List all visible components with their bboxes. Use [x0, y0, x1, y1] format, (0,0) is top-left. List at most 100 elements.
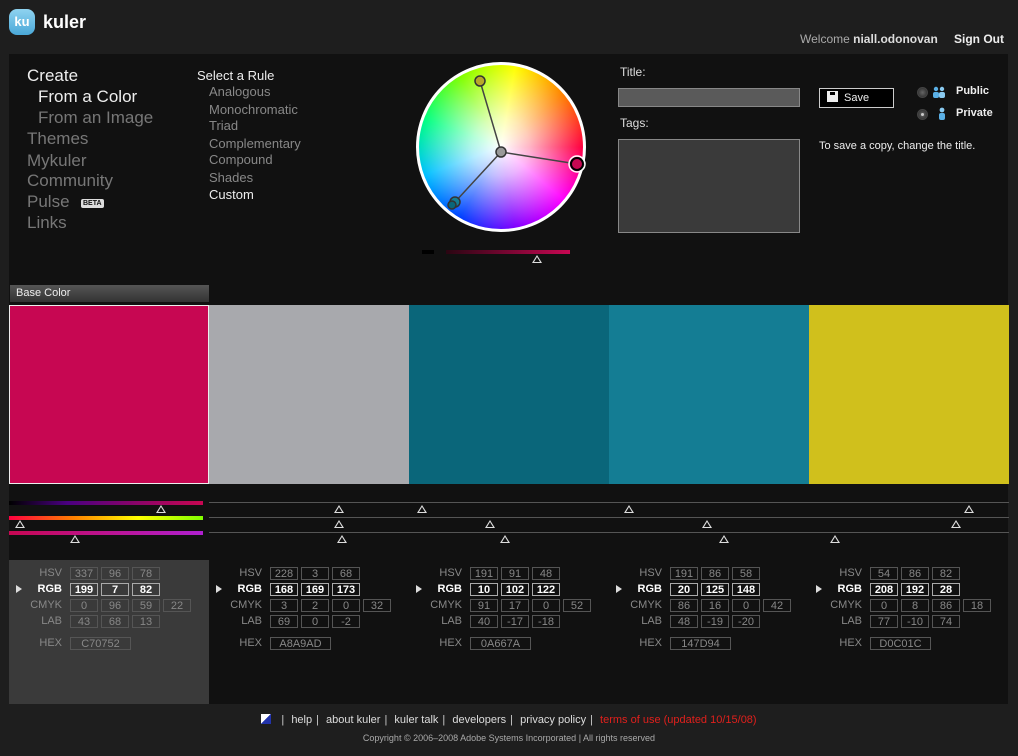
- rgb-value-field[interactable]: 102: [501, 583, 529, 596]
- nav-themes[interactable]: Themes: [27, 129, 88, 149]
- footer-privacy-link[interactable]: privacy policy: [520, 714, 586, 726]
- footer-about-link[interactable]: about kuler: [326, 714, 380, 726]
- hsv-value-field[interactable]: 96: [101, 567, 129, 580]
- hsv-value-field[interactable]: 228: [270, 567, 298, 580]
- cmyk-value-field[interactable]: 8: [901, 599, 929, 612]
- hsv-value-field[interactable]: 86: [901, 567, 929, 580]
- hex-value-field[interactable]: 147D94: [670, 637, 731, 650]
- lab-value-field[interactable]: 48: [670, 615, 698, 628]
- hsv-value-field[interactable]: 54: [870, 567, 898, 580]
- rgb-value-field[interactable]: 7: [101, 583, 129, 596]
- rgb-value-field[interactable]: 28: [932, 583, 960, 596]
- nav-from-a-color[interactable]: From a Color: [38, 87, 137, 107]
- slider-handle-icon[interactable]: [15, 520, 25, 528]
- cmyk-value-field[interactable]: 32: [363, 599, 391, 612]
- hsv-value-field[interactable]: 191: [470, 567, 498, 580]
- lab-value-field[interactable]: -2: [332, 615, 360, 628]
- rgb-value-field[interactable]: 169: [301, 583, 329, 596]
- private-radio[interactable]: [917, 109, 928, 120]
- swatch-5[interactable]: [809, 305, 1009, 484]
- nav-links[interactable]: Links: [27, 213, 67, 233]
- rgb-value-field[interactable]: 208: [870, 583, 898, 596]
- hsv-value-field[interactable]: 91: [501, 567, 529, 580]
- cmyk-value-field[interactable]: 3: [270, 599, 298, 612]
- title-input[interactable]: [618, 88, 800, 107]
- slider-handle-icon[interactable]: [334, 520, 344, 528]
- lab-value-field[interactable]: -18: [532, 615, 560, 628]
- slider-handle-icon[interactable]: [719, 535, 729, 543]
- lab-value-field[interactable]: 40: [470, 615, 498, 628]
- base-brightness-slider[interactable]: [9, 501, 203, 505]
- brightness-slider[interactable]: [446, 250, 570, 254]
- slider-handle-icon[interactable]: [337, 535, 347, 543]
- rgb-value-field[interactable]: 20: [670, 583, 698, 596]
- save-button[interactable]: Save: [819, 88, 894, 108]
- tags-input[interactable]: [618, 139, 800, 233]
- lab-value-field[interactable]: 74: [932, 615, 960, 628]
- slider-handle-icon[interactable]: [951, 520, 961, 528]
- slider-handle-icon[interactable]: [417, 505, 427, 513]
- wheel-handles[interactable]: [416, 62, 586, 232]
- rule-shades[interactable]: Shades: [209, 170, 253, 185]
- sign-out-link[interactable]: Sign Out: [954, 32, 1004, 46]
- hsv-value-field[interactable]: 337: [70, 567, 98, 580]
- lab-value-field[interactable]: 43: [70, 615, 98, 628]
- cmyk-value-field[interactable]: 18: [963, 599, 991, 612]
- slider-handle-icon[interactable]: [485, 520, 495, 528]
- rgb-value-field[interactable]: 148: [732, 583, 760, 596]
- saturation-track[interactable]: [209, 532, 1009, 533]
- cmyk-value-field[interactable]: 17: [501, 599, 529, 612]
- rgb-value-field[interactable]: 82: [132, 583, 160, 596]
- slider-handle-icon[interactable]: [156, 505, 166, 513]
- swatch-3[interactable]: [409, 305, 609, 484]
- rule-complementary[interactable]: Complementary: [209, 136, 301, 151]
- hsv-value-field[interactable]: 3: [301, 567, 329, 580]
- slider-handle-icon[interactable]: [964, 505, 974, 513]
- hex-value-field[interactable]: 0A667A: [470, 637, 531, 650]
- hsv-value-field[interactable]: 48: [532, 567, 560, 580]
- footer-developers-link[interactable]: developers: [452, 714, 506, 726]
- cmyk-value-field[interactable]: 0: [332, 599, 360, 612]
- hsv-value-field[interactable]: 191: [670, 567, 698, 580]
- footer-help-link[interactable]: help: [291, 714, 312, 726]
- rgb-value-field[interactable]: 199: [70, 583, 98, 596]
- hsv-value-field[interactable]: 58: [732, 567, 760, 580]
- rule-triad[interactable]: Triad: [209, 118, 238, 133]
- hue-track[interactable]: [209, 517, 1009, 518]
- slider-handle-icon[interactable]: [500, 535, 510, 543]
- cmyk-value-field[interactable]: 42: [763, 599, 791, 612]
- slider-handle-icon[interactable]: [702, 520, 712, 528]
- cmyk-value-field[interactable]: 22: [163, 599, 191, 612]
- kuler-logo-icon[interactable]: ku: [9, 9, 35, 35]
- lab-value-field[interactable]: 68: [101, 615, 129, 628]
- hex-value-field[interactable]: C70752: [70, 637, 131, 650]
- rule-analogous[interactable]: Analogous: [209, 84, 270, 99]
- hsv-value-field[interactable]: 86: [701, 567, 729, 580]
- slider-handle-icon[interactable]: [830, 535, 840, 543]
- cmyk-value-field[interactable]: 52: [563, 599, 591, 612]
- lab-value-field[interactable]: -17: [501, 615, 529, 628]
- hex-value-field[interactable]: A8A9AD: [270, 637, 331, 650]
- swatch-2[interactable]: [209, 305, 409, 484]
- cmyk-value-field[interactable]: 86: [932, 599, 960, 612]
- brightness-handle-icon[interactable]: [532, 255, 542, 263]
- lab-value-field[interactable]: -19: [701, 615, 729, 628]
- rule-custom[interactable]: Custom: [209, 187, 254, 202]
- nav-community[interactable]: Community: [27, 171, 113, 191]
- nav-create[interactable]: Create: [27, 66, 78, 86]
- cmyk-value-field[interactable]: 86: [670, 599, 698, 612]
- base-hue-slider[interactable]: [9, 516, 203, 520]
- footer-terms-link[interactable]: terms of use (updated 10/15/08): [600, 714, 757, 726]
- hsv-value-field[interactable]: 68: [332, 567, 360, 580]
- rgb-value-field[interactable]: 10: [470, 583, 498, 596]
- hex-value-field[interactable]: D0C01C: [870, 637, 931, 650]
- lab-value-field[interactable]: -10: [901, 615, 929, 628]
- cmyk-value-field[interactable]: 0: [532, 599, 560, 612]
- rgb-value-field[interactable]: 173: [332, 583, 360, 596]
- cmyk-value-field[interactable]: 59: [132, 599, 160, 612]
- rgb-value-field[interactable]: 122: [532, 583, 560, 596]
- lab-value-field[interactable]: 0: [301, 615, 329, 628]
- cmyk-value-field[interactable]: 0: [732, 599, 760, 612]
- brightness-track[interactable]: [209, 502, 1009, 503]
- nav-mykuler[interactable]: Mykuler: [27, 151, 87, 171]
